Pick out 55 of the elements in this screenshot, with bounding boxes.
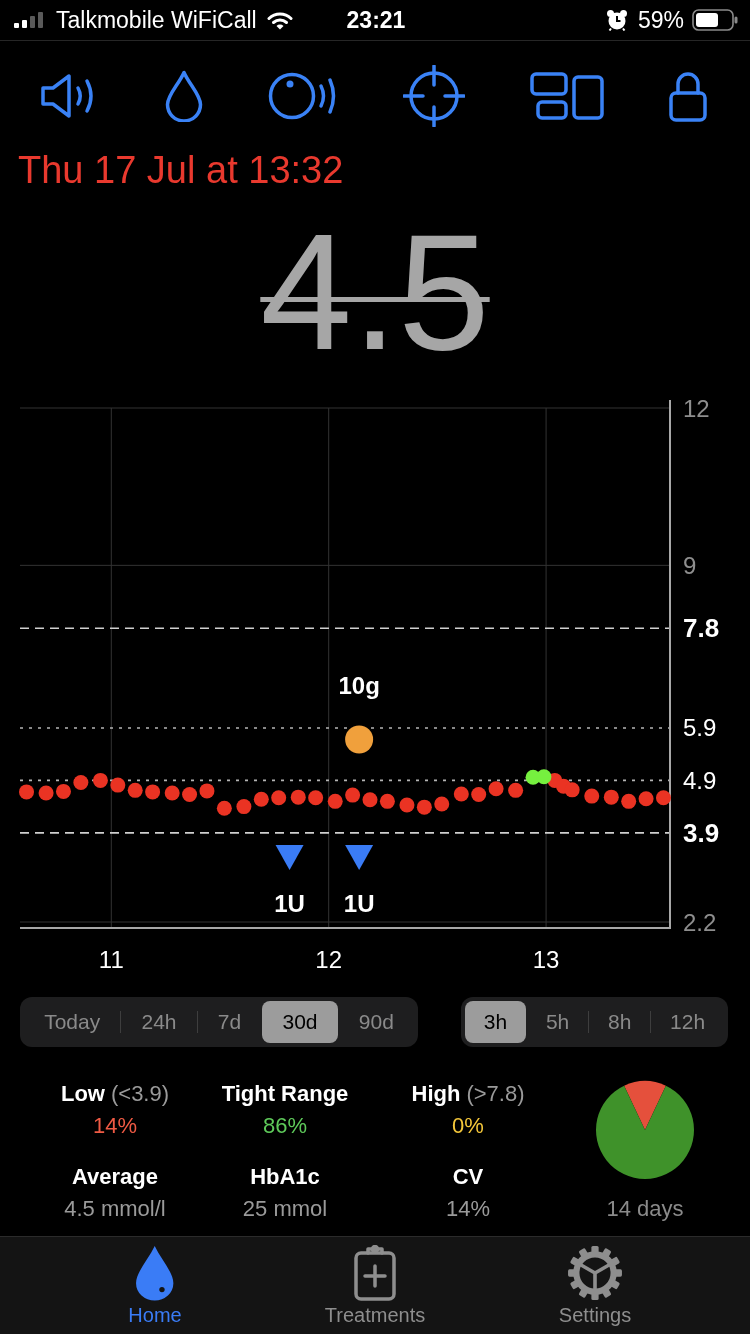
y-axis-label: 5.9 [683, 714, 717, 742]
clipboard-plus-icon [354, 1245, 396, 1301]
stat-label: CV [452, 1163, 484, 1191]
stat-range: (>7.8) [466, 1080, 525, 1108]
y-axis-label: 7.8 [683, 613, 720, 644]
stat-label: High [411, 1080, 461, 1108]
carrier-name: Talkmobile WiFiCall [56, 6, 257, 34]
stat-value: 86% [262, 1112, 307, 1140]
stat-value: 4.5 mmol/l [64, 1195, 166, 1223]
tab-bar-item[interactable]: Treatments [265, 1237, 485, 1334]
y-axis-label: 2.2 [683, 908, 717, 936]
stat-label: HbA1c [250, 1163, 320, 1191]
y-axis-label: 3.9 [683, 817, 720, 848]
range-segment[interactable]: 30d [262, 1001, 338, 1043]
y-axis-label: 9 [683, 551, 697, 579]
drop-icon [135, 1245, 175, 1301]
stat-label: Low [60, 1080, 105, 1108]
range-segment[interactable]: 7d [197, 1001, 262, 1043]
circle-waves-icon[interactable] [268, 72, 338, 120]
stat-range: (<3.9) [110, 1080, 170, 1108]
battery-icon [692, 9, 738, 31]
range-segment[interactable]: 90d [338, 1001, 415, 1043]
window-segment[interactable]: 8h [589, 1001, 651, 1043]
window-segment[interactable]: 3h [465, 1001, 527, 1043]
tab-bar-item[interactable]: Home [45, 1237, 265, 1334]
treatment-amount-label: 1U [274, 890, 305, 918]
y-axis-label: 4.9 [683, 766, 717, 794]
x-axis-label: 11 [98, 945, 124, 973]
drop-icon[interactable] [165, 70, 203, 122]
alarm-clock-icon [605, 9, 628, 31]
crosshair-icon[interactable] [403, 65, 465, 127]
window-segment[interactable]: 12h [651, 1001, 724, 1043]
stat-label: Average [72, 1163, 158, 1191]
battery-percent: 59% [637, 6, 684, 34]
layout-icon[interactable] [530, 72, 604, 120]
pie-caption: 14 days [606, 1195, 684, 1223]
range-segment[interactable]: 24h [121, 1001, 197, 1043]
treatment-amount-label: 1U [343, 890, 375, 918]
window-segment[interactable]: 5h [527, 1001, 589, 1043]
x-axis-label: 13 [532, 945, 560, 973]
stat-value: 14% [445, 1195, 490, 1223]
clock-time: 23:21 [346, 6, 406, 34]
wifi-icon [266, 10, 293, 30]
stat-value: 25 mmol [242, 1195, 328, 1223]
tab-bar-item[interactable]: Settings [485, 1237, 705, 1334]
treatment-amount-label: 10g [338, 672, 380, 699]
stat-label: Tight Range [221, 1080, 349, 1108]
y-axis-label: 12 [683, 395, 710, 422]
x-axis-label: 12 [315, 945, 343, 973]
lock-icon[interactable] [669, 70, 707, 122]
stat-value: 14% [92, 1112, 137, 1140]
gear-icon [567, 1245, 623, 1301]
stat-value: 0% [452, 1112, 484, 1140]
reading-timestamp: Thu 17 Jul at 13:32 [18, 148, 344, 192]
range-segment[interactable]: Today [24, 1001, 121, 1043]
